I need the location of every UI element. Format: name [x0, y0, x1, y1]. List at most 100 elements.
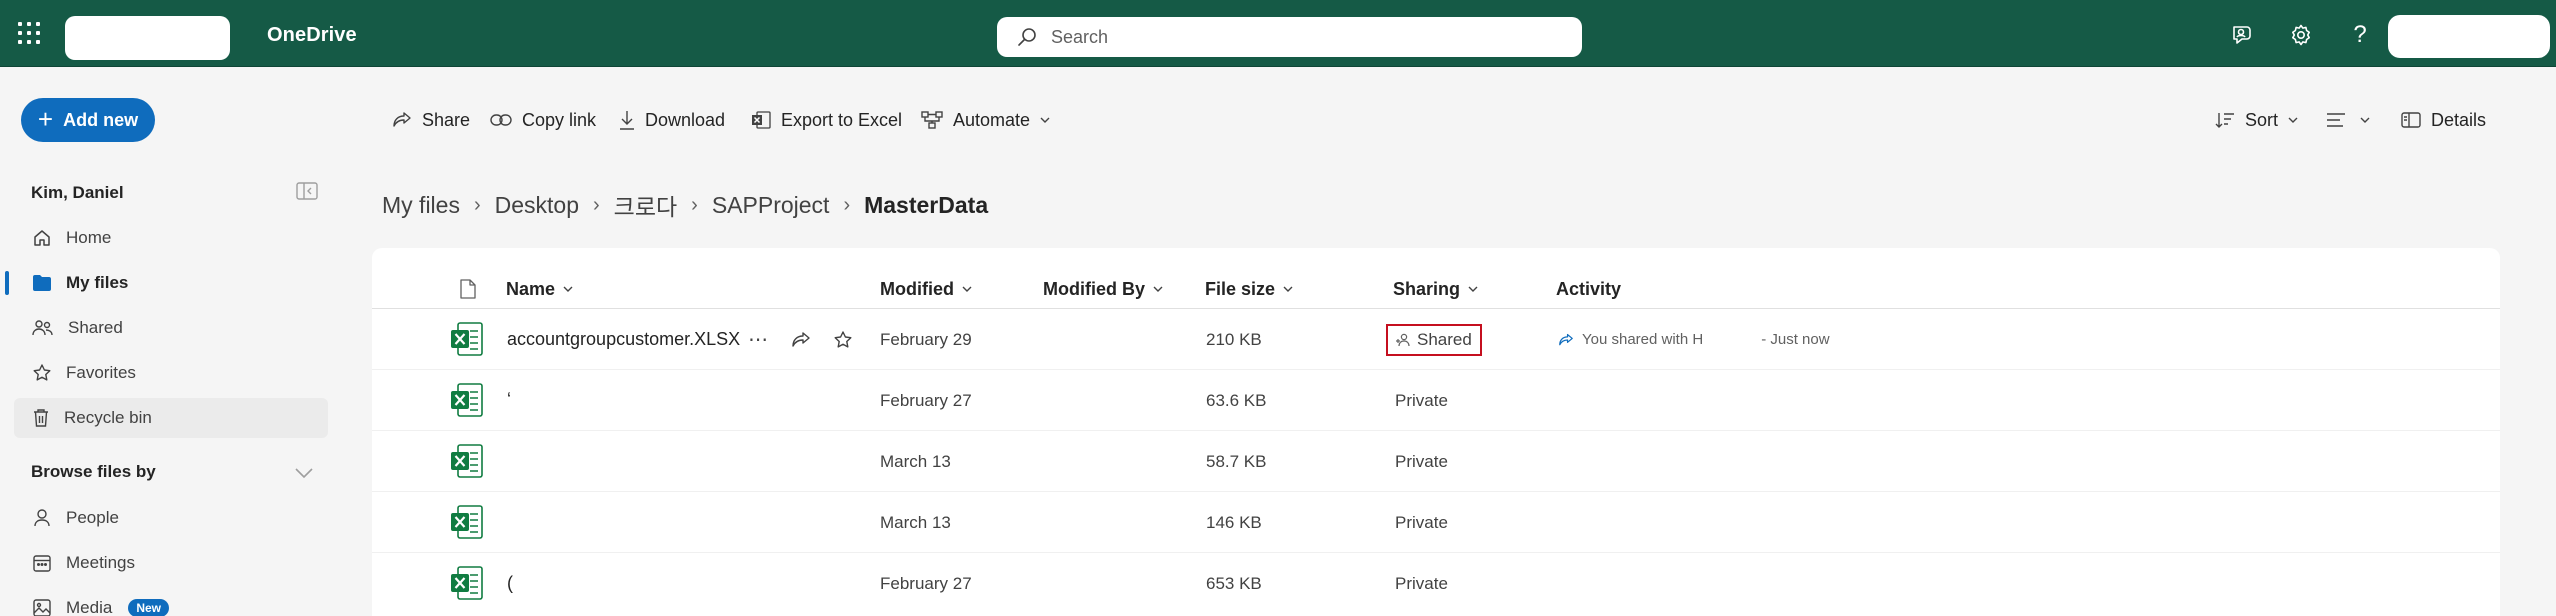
activity-text: You shared with H — [1582, 331, 1704, 348]
chevron-down-icon — [1283, 286, 1293, 292]
people-icon — [1396, 333, 1410, 346]
folder-icon — [33, 275, 51, 291]
modified-by-column-header[interactable]: Modified By — [1043, 279, 1163, 300]
help-icon[interactable]: ? — [2347, 21, 2373, 48]
settings-icon[interactable] — [2288, 22, 2314, 48]
browse-files-heading[interactable]: Browse files by — [31, 462, 156, 482]
name-column-header[interactable]: Name — [506, 279, 573, 300]
breadcrumb-item[interactable]: Desktop — [495, 192, 579, 219]
export-to-excel-label: Export to Excel — [781, 109, 903, 130]
sort-button[interactable]: Sort — [2215, 107, 2298, 133]
document-icon — [460, 279, 476, 299]
table-row[interactable]: accountgroupcustomer.XLSX ⋯ February 29 … — [372, 309, 2500, 370]
table-row[interactable]: ( February 27 653 KB Private — [372, 553, 2500, 614]
export-to-excel-button[interactable]: Export to Excel — [751, 107, 902, 133]
file-type-column-header[interactable] — [460, 279, 476, 299]
modified-by-column-label: Modified By — [1043, 279, 1145, 299]
breadcrumb-item[interactable]: 크로다 — [614, 188, 677, 222]
image-icon — [33, 599, 51, 616]
sidebar-item-label: Recycle bin — [64, 408, 152, 427]
modified-date: February 27 — [880, 390, 972, 410]
plus-icon: + — [37, 103, 54, 134]
person-icon — [34, 509, 50, 527]
sidebar-item-home[interactable]: Home — [14, 218, 328, 258]
sharing-status[interactable]: Private — [1395, 431, 1448, 492]
breadcrumb-item[interactable]: SAPProject — [712, 192, 830, 219]
modified-date: March 13 — [880, 451, 951, 471]
sidebar-item-label: Favorites — [66, 363, 136, 382]
chevron-right-icon: › — [843, 193, 851, 216]
sharing-status[interactable]: Private — [1395, 553, 1448, 614]
sidebar-item-recycle-bin[interactable]: Recycle bin — [14, 398, 328, 438]
copy-link-label: Copy link — [522, 109, 597, 130]
file-size: 653 KB — [1206, 573, 1262, 593]
view-options-button[interactable] — [2326, 107, 2370, 133]
chevron-down-icon — [563, 286, 573, 292]
excel-file-icon — [451, 444, 483, 478]
sharing-column-header[interactable]: Sharing — [1393, 279, 1478, 300]
row-actions: ⋯ — [748, 309, 853, 370]
search-icon — [1018, 28, 1036, 46]
file-name[interactable]: ( — [507, 553, 513, 614]
details-button[interactable]: Details — [2401, 107, 2486, 133]
sharing-label: Shared — [1417, 329, 1472, 349]
breadcrumb-item[interactable]: My files — [382, 192, 460, 219]
download-icon — [620, 111, 634, 130]
excel-file-icon — [451, 322, 483, 356]
sidebar-item-favorites[interactable]: Favorites — [14, 353, 328, 393]
calendar-icon — [33, 555, 51, 572]
shared-status-highlight[interactable]: Shared — [1386, 323, 1482, 356]
feedback-icon[interactable] — [2229, 22, 2255, 48]
more-options-icon[interactable]: ⋯ — [748, 327, 769, 352]
modified-date: February 27 — [880, 573, 972, 593]
table-row[interactable]: March 13 58.7 KB Private — [372, 431, 2500, 492]
home-icon — [34, 230, 50, 246]
chevron-down-icon — [2360, 117, 2370, 123]
app-title[interactable]: OneDrive — [267, 24, 357, 47]
file-size-column-header[interactable]: File size — [1205, 279, 1293, 300]
account-avatar[interactable] — [2388, 15, 2550, 58]
download-button[interactable]: Download — [619, 107, 725, 133]
star-icon[interactable] — [833, 330, 853, 350]
table-row[interactable]: ʻ February 27 63.6 KB Private — [372, 370, 2500, 431]
file-size-column-label: File size — [1205, 279, 1276, 299]
sidebar-item-my-files[interactable]: My files — [14, 263, 328, 303]
sidebar-item-meetings[interactable]: Meetings — [14, 543, 328, 583]
copy-link-button[interactable]: Copy link — [490, 107, 596, 133]
table-row[interactable]: March 13 146 KB Private — [372, 492, 2500, 553]
share-icon — [393, 112, 411, 127]
activity[interactable]: You shared with H - Just now — [1558, 309, 1830, 370]
sharing-status[interactable]: Shared — [1386, 309, 1482, 370]
chevron-down-icon — [962, 286, 972, 292]
sidebar-item-people[interactable]: People — [14, 498, 328, 538]
file-name[interactable]: ʻ — [507, 370, 511, 431]
search-placeholder: Search — [1051, 26, 1109, 47]
share-button[interactable]: Share — [392, 107, 470, 133]
link-icon — [490, 114, 512, 126]
chevron-right-icon: › — [593, 193, 600, 216]
people-icon — [32, 320, 53, 336]
details-label: Details — [2431, 109, 2487, 130]
chevron-down-icon — [1040, 117, 1050, 123]
chevron-right-icon: › — [473, 193, 481, 216]
search-box[interactable]: Search — [997, 17, 1582, 57]
sidebar-item-label: Shared — [68, 318, 123, 337]
sidebar-item-shared[interactable]: Shared — [14, 308, 328, 348]
organization-logo[interactable] — [65, 16, 230, 60]
chevron-down-icon[interactable] — [294, 466, 314, 484]
add-new-button[interactable]: + Add new — [21, 98, 155, 142]
name-column-label: Name — [506, 279, 556, 299]
sidebar-item-label: Home — [66, 228, 112, 247]
share-icon[interactable] — [791, 331, 811, 349]
automate-button[interactable]: Automate — [921, 107, 1050, 133]
sidebar-item-label: My files — [66, 273, 129, 292]
sharing-status[interactable]: Private — [1395, 370, 1448, 431]
sidebar-item-media[interactable]: Media New — [14, 588, 328, 616]
collapse-navigation-icon[interactable] — [296, 182, 318, 200]
modified-column-header[interactable]: Modified — [880, 279, 972, 300]
sharing-status[interactable]: Private — [1395, 492, 1448, 553]
file-name[interactable]: accountgroupcustomer.XLSX — [507, 309, 740, 370]
chevron-down-icon — [1468, 286, 1478, 292]
modified-date: February 29 — [880, 329, 972, 349]
app-launcher-icon[interactable] — [18, 22, 42, 46]
